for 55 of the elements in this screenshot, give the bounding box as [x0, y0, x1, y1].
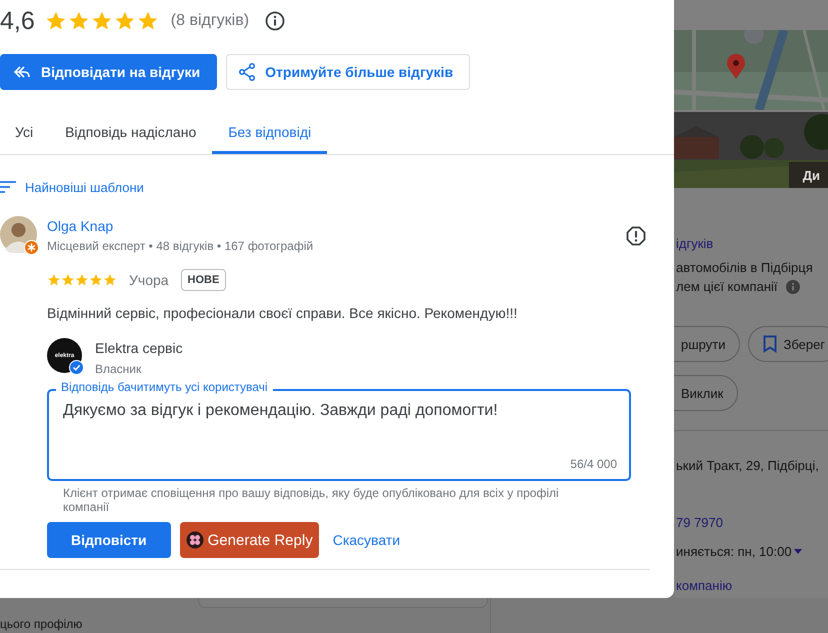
reply-text: Дякуємо за відгук і рекомендацію. Завжди раді допомогти! [63, 402, 498, 419]
reply-all-icon [13, 65, 31, 79]
report-icon[interactable] [626, 226, 646, 246]
star-icon [136, 10, 159, 32]
tab[interactable]: Усі [0, 110, 50, 154]
star-icon [114, 10, 136, 32]
manage-link[interactable]: компанію [674, 578, 828, 593]
reviews-link[interactable]: ідгуків [674, 236, 828, 251]
star-icon [75, 273, 89, 287]
phone-link[interactable]: 79 7970 [674, 515, 828, 530]
action-chip[interactable]: ршрути [674, 326, 740, 362]
map-pin-icon [726, 54, 746, 80]
local-guide-badge-icon [24, 240, 39, 255]
star-icon [90, 10, 113, 32]
info-icon[interactable] [265, 11, 286, 31]
address-text: ький Тракт, 29, Підбірці, [675, 458, 820, 473]
cancel-button[interactable]: Скасувати [328, 522, 406, 558]
action-chip[interactable]: Зберег [748, 326, 828, 362]
caret-icon[interactable] [794, 549, 802, 554]
star-icon [103, 273, 117, 287]
reviewer-name[interactable]: Olga Knap [47, 218, 634, 234]
reply-button[interactable]: Відповісти [47, 522, 171, 558]
notification-hint: Клієнт отримає сповіщення про вашу відповідь, яку буде опубліковано для всіх у профілі компанії [63, 486, 560, 514]
new-badge: НОВЕ [180, 269, 226, 291]
action-chip[interactable]: Виклик [674, 375, 738, 411]
claim-text: лем цієї компанії [676, 279, 778, 294]
star-icon [44, 10, 67, 32]
owner-role: Власник [95, 362, 142, 376]
review-text: Відмінний сервіс, професіонали своєї справи. Все якісно. Рекомендую!!! [47, 305, 518, 321]
photo-button[interactable]: Ди [788, 162, 828, 188]
review-date: Учора [129, 272, 169, 288]
sort-icon [0, 181, 16, 193]
verified-icon [69, 360, 84, 375]
field-label: Відповідь бачитимуть усі користувачі [56, 380, 273, 395]
owner-name: Elektra сервіс [95, 340, 183, 356]
share-icon [239, 63, 256, 81]
category-text: автомобілів в Підбірця [675, 260, 814, 275]
hours-text: иняється: пн, 10:00 [676, 544, 792, 559]
get-more-reviews-button[interactable]: Отримуйте більше відгуків [226, 54, 470, 90]
tab[interactable]: Відповідь надіслано [49, 110, 212, 154]
review-count: (8 відгуків) [170, 12, 250, 30]
star-icon [68, 10, 90, 32]
reviewer-meta: Місцевий експерт • 48 відгуків • 167 фотографій [47, 239, 314, 253]
brain-icon [186, 531, 204, 549]
star-icon [47, 273, 61, 287]
rating-value: 4,6 [0, 6, 35, 36]
star-icon [61, 273, 75, 287]
tab[interactable]: Без відповіді [212, 110, 328, 154]
reply-reviews-button[interactable]: Відповідати на відгуки [0, 54, 218, 90]
star-icon [89, 273, 103, 287]
generate-reply-button[interactable]: Generate Reply [180, 522, 319, 558]
sort-button[interactable]: Найновіші шаблони [0, 175, 144, 199]
bookmark-icon [763, 335, 778, 353]
character-counter: 56/4 000 [570, 457, 617, 471]
profile-text: цього профілю [0, 617, 84, 631]
